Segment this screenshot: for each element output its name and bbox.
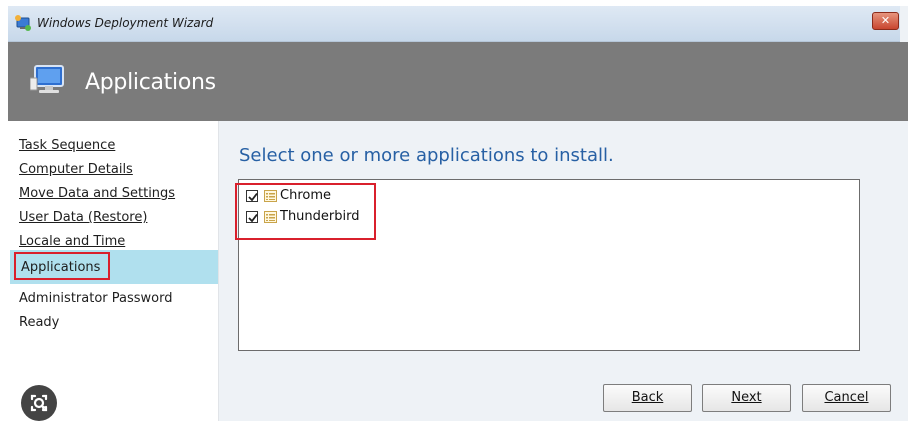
wizard-window: Windows Deployment Wizard ✕ Applications…	[8, 6, 908, 421]
nav-item-move-data-settings[interactable]: Move Data and Settings	[19, 186, 175, 201]
page-banner: Applications	[8, 42, 908, 121]
page-title: Applications	[85, 70, 216, 95]
main-content: Select one or more applications to insta…	[219, 121, 908, 421]
close-icon: ✕	[880, 14, 891, 27]
back-button[interactable]: Back	[603, 384, 692, 412]
next-button[interactable]: Next	[702, 384, 791, 412]
monitor-icon	[30, 65, 64, 93]
nav-item-computer-details[interactable]: Computer Details	[19, 162, 133, 177]
cancel-button[interactable]: Cancel	[802, 384, 891, 412]
nav-item-locale-time[interactable]: Locale and Time	[19, 234, 125, 249]
nav-item-task-sequence[interactable]: Task Sequence	[19, 138, 115, 153]
deployment-icon	[15, 15, 31, 31]
applications-highlight-box	[235, 183, 376, 240]
applications-highlight-box	[14, 252, 110, 280]
nav-item-administrator-password: Administrator Password	[19, 291, 173, 306]
lens-icon	[30, 394, 48, 412]
nav-item-user-data-restore[interactable]: User Data (Restore)	[19, 210, 147, 225]
page-heading: Select one or more applications to insta…	[239, 145, 614, 166]
title-bar: Windows Deployment Wizard ✕	[8, 6, 900, 42]
close-button[interactable]: ✕	[872, 12, 899, 30]
window-title: Windows Deployment Wizard	[37, 16, 214, 30]
wizard-navigation: Task Sequence Computer Details Move Data…	[8, 121, 219, 421]
lens-button[interactable]	[21, 385, 57, 421]
nav-item-ready: Ready	[19, 315, 60, 330]
